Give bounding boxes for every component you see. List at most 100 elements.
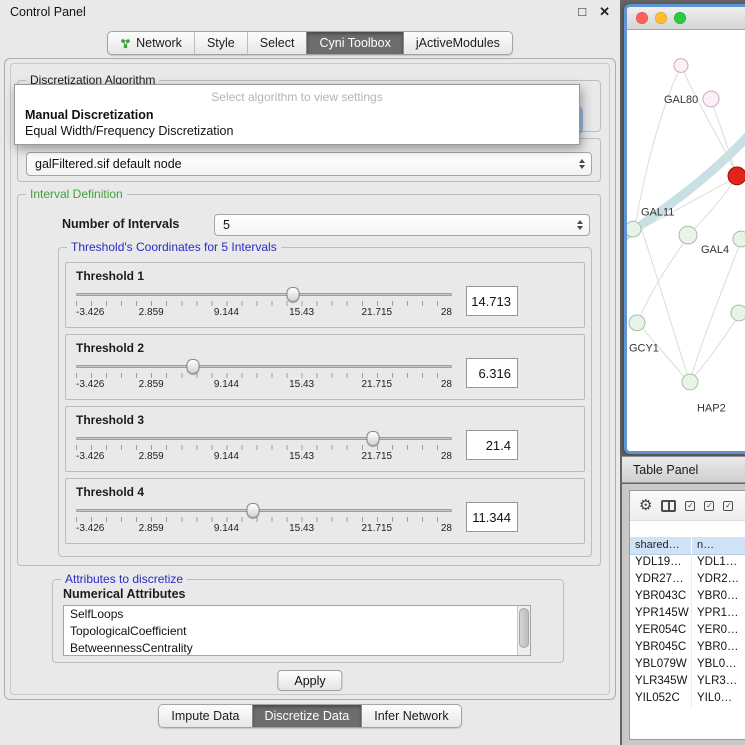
scale-label: 2.859 xyxy=(139,451,164,462)
table-row[interactable]: YIL052CYIL0… xyxy=(630,691,745,708)
table-cell: YLR3… xyxy=(692,674,745,691)
table-cell: YDL1… xyxy=(692,555,745,572)
scale-label: 15.43 xyxy=(289,379,314,390)
thresholds-group: Threshold's Coordinates for 5 Intervals … xyxy=(58,247,592,557)
checkbox-icon[interactable]: ✓ xyxy=(704,501,714,511)
network-node[interactable] xyxy=(703,91,719,107)
scale-label: 28 xyxy=(441,523,452,534)
network-node[interactable] xyxy=(674,59,688,73)
table-row[interactable]: YBL079WYBL0… xyxy=(630,657,745,674)
scale-label: 9.144 xyxy=(214,451,239,462)
scale-label: 28 xyxy=(441,451,452,462)
column-header-shared-name[interactable]: shared… xyxy=(630,537,692,555)
table-cell: YBR0… xyxy=(692,640,745,657)
threshold-value-field[interactable] xyxy=(466,286,518,316)
scale-label: -3.426 xyxy=(76,379,104,390)
control-panel-window: Control Panel □ ✕ Network Style Select C… xyxy=(0,0,620,745)
table-row[interactable]: YER054CYER0… xyxy=(630,623,745,640)
tab-infer-network[interactable]: Infer Network xyxy=(361,705,460,727)
tab-label: Select xyxy=(260,36,295,50)
threshold-value-field[interactable] xyxy=(466,430,518,460)
tab-cyni-toolbox[interactable]: Cyni Toolbox xyxy=(306,32,402,54)
slider-thumb[interactable] xyxy=(287,287,300,302)
slider-track[interactable] xyxy=(76,293,452,296)
table-data-combobox[interactable]: galFiltered.sif default node xyxy=(26,152,592,176)
scale-label: 15.43 xyxy=(289,307,314,318)
close-traffic-light[interactable] xyxy=(636,12,648,24)
dropdown-option-manual[interactable]: Manual Discretization xyxy=(15,107,579,123)
slider-thumb[interactable] xyxy=(186,359,199,374)
tab-select[interactable]: Select xyxy=(247,32,307,54)
threshold-slider[interactable]: -3.4262.8599.14415.4321.71528 xyxy=(76,358,452,394)
list-item[interactable]: TopologicalCoefficient xyxy=(64,623,530,640)
gear-icon[interactable]: ⚙ xyxy=(639,498,652,513)
network-graph: GAL80GAL11GAL4GCY1HAP2 xyxy=(627,30,745,451)
threshold-slider[interactable]: -3.4262.8599.14415.4321.71528 xyxy=(76,430,452,466)
list-scrollbar[interactable] xyxy=(517,606,530,655)
table-row[interactable]: YDR27…YDR2… xyxy=(630,572,745,589)
table-row[interactable]: YDL19…YDL1… xyxy=(630,555,745,572)
tab-jactivemodules[interactable]: jActiveModules xyxy=(403,32,512,54)
threshold-slider[interactable]: -3.4262.8599.14415.4321.71528 xyxy=(76,502,452,538)
network-node[interactable] xyxy=(627,221,641,237)
tab-label: Impute Data xyxy=(171,709,239,723)
tab-network[interactable]: Network xyxy=(108,32,194,54)
network-node-label: HAP2 xyxy=(697,403,726,415)
tab-discretize-data[interactable]: Discretize Data xyxy=(252,705,362,727)
scale-label: 15.43 xyxy=(289,523,314,534)
number-of-intervals-label: Number of Intervals xyxy=(62,217,179,231)
network-node[interactable] xyxy=(733,231,745,247)
network-node[interactable] xyxy=(679,226,697,244)
threshold-panel: Threshold 3 -3.4262.8599.14415.4321.7152… xyxy=(65,406,585,472)
threshold-label: Threshold 2 xyxy=(76,341,576,355)
network-icon xyxy=(120,38,131,49)
table-row[interactable]: YBR043CYBR0… xyxy=(630,589,745,606)
scale-label: 21.715 xyxy=(362,379,393,390)
columns-icon[interactable] xyxy=(661,500,676,512)
table-row[interactable]: YBR045CYBR0… xyxy=(630,640,745,657)
slider-ticks xyxy=(76,301,452,306)
scale-label: -3.426 xyxy=(76,451,104,462)
slider-track[interactable] xyxy=(76,437,452,440)
table-cell: YDR2… xyxy=(692,572,745,589)
slider-thumb[interactable] xyxy=(246,503,259,518)
table-panel-header: Table Panel xyxy=(622,456,745,483)
algorithm-dropdown-popup: Select algorithm to view settings Manual… xyxy=(14,84,580,145)
threshold-slider[interactable]: -3.4262.8599.14415.4321.71528 xyxy=(76,286,452,322)
dropdown-option-equal-width[interactable]: Equal Width/Frequency Discretization xyxy=(15,123,579,139)
zoom-traffic-light[interactable] xyxy=(674,12,686,24)
table-cell: YBR045C xyxy=(630,640,692,657)
table-cell: YDR27… xyxy=(630,572,692,589)
column-header-name[interactable]: n… xyxy=(692,537,745,555)
restore-icon[interactable]: □ xyxy=(578,4,586,20)
list-item[interactable]: BetweennessCentrality xyxy=(64,640,530,656)
close-icon[interactable]: ✕ xyxy=(599,4,610,20)
checkbox-icon[interactable]: ✓ xyxy=(723,501,733,511)
tab-impute-data[interactable]: Impute Data xyxy=(159,705,251,727)
numerical-attributes-list[interactable]: SelfLoopsTopologicalCoefficientBetweenne… xyxy=(63,605,531,656)
network-node[interactable] xyxy=(629,315,645,331)
network-node[interactable] xyxy=(728,167,745,185)
checkbox-icon[interactable]: ✓ xyxy=(685,501,695,511)
slider-track[interactable] xyxy=(76,509,452,512)
attributes-to-discretize-group: Attributes to discretize Numerical Attri… xyxy=(52,579,564,663)
network-canvas[interactable]: GAL80GAL11GAL4GCY1HAP2 xyxy=(627,30,745,451)
threshold-value-field[interactable] xyxy=(466,502,518,532)
tab-style[interactable]: Style xyxy=(194,32,247,54)
table-rows: YDL19…YDL1…YDR27…YDR2…YBR043CYBR0…YPR145… xyxy=(630,555,745,708)
dropdown-hint: Select algorithm to view settings xyxy=(15,88,579,107)
number-of-intervals-combobox[interactable]: 5 xyxy=(214,214,590,236)
slider-track[interactable] xyxy=(76,365,452,368)
slider-ticks xyxy=(76,373,452,378)
network-node[interactable] xyxy=(731,305,745,321)
table-row[interactable]: YPR145WYPR1… xyxy=(630,606,745,623)
threshold-value-field[interactable] xyxy=(466,358,518,388)
table-row[interactable]: YLR345WYLR3… xyxy=(630,674,745,691)
bottom-tab-bar: Impute Data Discretize Data Infer Networ… xyxy=(0,704,620,728)
apply-button[interactable]: Apply xyxy=(277,670,342,691)
minimize-traffic-light[interactable] xyxy=(655,12,667,24)
scrollbar-thumb[interactable] xyxy=(519,608,529,648)
slider-thumb[interactable] xyxy=(367,431,380,446)
list-item[interactable]: SelfLoops xyxy=(64,606,530,623)
network-node[interactable] xyxy=(682,374,698,390)
